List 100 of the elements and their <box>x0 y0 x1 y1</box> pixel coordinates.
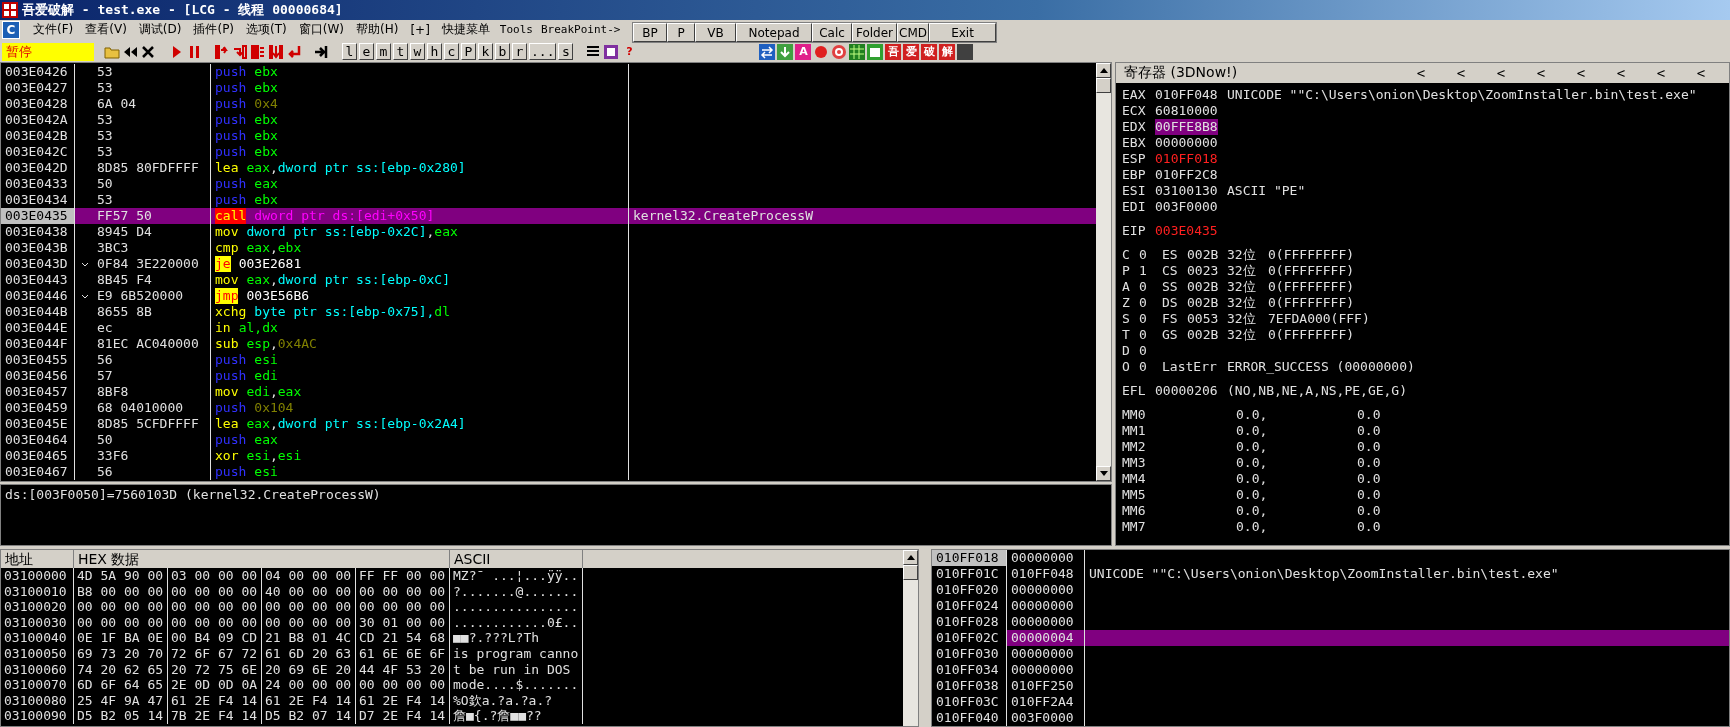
code-row[interactable]: 003E0428 6A 04 push 0x4 <box>1 95 1096 112</box>
stack-row[interactable]: 010FF030 00000000 <box>932 646 1729 662</box>
flag-value[interactable]: 0 <box>1139 294 1147 311</box>
arrow-button[interactable]: < <box>1481 64 1521 81</box>
toolbar-button[interactable]: m <box>376 43 391 61</box>
arrow-button[interactable]: < <box>1561 64 1601 81</box>
arrow-button[interactable]: < <box>1441 64 1481 81</box>
goto-icon[interactable] <box>314 43 330 60</box>
arrow-button[interactable]: < <box>1521 64 1561 81</box>
register-value[interactable]: 003E0435 <box>1155 222 1218 239</box>
register-value[interactable]: 00000000 <box>1155 134 1218 151</box>
stack-row[interactable]: 010FF01C 010FF048 UNICODE ""C:\Users\onion\Desktop\ZoomInstaller.bin\test.exe" <box>932 566 1729 582</box>
step-into-icon[interactable] <box>214 43 230 60</box>
menu-item[interactable]: 插件(P) <box>188 21 240 39</box>
target-icon[interactable] <box>831 43 848 60</box>
register-value[interactable]: 010FF048 <box>1155 86 1218 103</box>
code-row[interactable]: 003E044B 8655 8B xchg byte ptr ss:[ebp-0x75],dl <box>1 303 1096 320</box>
menu-item[interactable]: Tools <box>496 23 536 37</box>
step-over-icon[interactable] <box>232 43 248 60</box>
stack-row[interactable]: 010FF02C 00000004 <box>932 630 1729 646</box>
code-row[interactable]: 003E0427 53 push ebx <box>1 79 1096 96</box>
menu-item[interactable]: BreakPoint-> <box>537 23 624 37</box>
register-value[interactable]: 010FF018 <box>1155 150 1218 167</box>
toolbar-button[interactable]: ... <box>529 43 557 61</box>
code-row[interactable]: 003E0459 68 04010000 push 0x104 <box>1 399 1096 416</box>
toolbar-button[interactable]: P <box>461 43 476 61</box>
toolbar-button[interactable]: 吾 <box>885 43 902 60</box>
quick-button[interactable]: Calc <box>812 23 852 42</box>
code-row[interactable]: 003E0433 50 push eax <box>1 175 1096 192</box>
menu-item[interactable]: 查看(V) <box>80 21 132 39</box>
flag-value[interactable]: 0 <box>1139 246 1147 263</box>
stack-row[interactable]: 010FF040 003F0000 <box>932 710 1729 726</box>
down-arrow-icon[interactable] <box>1099 470 1108 476</box>
toolbar-button[interactable]: h <box>427 43 442 61</box>
register-value[interactable]: 010FF2C8 <box>1155 166 1218 183</box>
code-row[interactable]: 003E042A 53 push ebx <box>1 111 1096 128</box>
toolbar-button[interactable]: r <box>512 43 527 61</box>
system-menu-button[interactable]: C <box>2 20 20 39</box>
stack-row[interactable]: 010FF034 00000000 <box>932 662 1729 678</box>
code-row[interactable]: 003E0465 33F6 xor esi,esi <box>1 447 1096 464</box>
code-row[interactable]: 003E0455 56 push esi <box>1 351 1096 368</box>
arrow-button[interactable]: < <box>1681 64 1721 81</box>
toolbar-button[interactable]: 解 <box>939 43 956 60</box>
code-row[interactable]: 003E0435 FF57 50 call dword ptr ds:[edi+0x50] kernel32.CreateProcessW <box>1 207 1096 224</box>
code-row[interactable]: 003E045E 8D85 5CFDFFFF lea eax,dword ptr ss:[ebp-0x2A4] <box>1 415 1096 432</box>
up-arrow-icon[interactable] <box>1099 67 1108 73</box>
code-row[interactable]: 003E042B 53 push ebx <box>1 127 1096 144</box>
flag-value[interactable]: 0 <box>1139 310 1147 327</box>
register-value[interactable]: 00FFE8B8 <box>1155 118 1218 135</box>
trace-into-icon[interactable] <box>250 43 266 60</box>
stack-row[interactable]: 010FF020 00000000 <box>932 582 1729 598</box>
quick-button[interactable]: CMD <box>897 23 929 42</box>
toolbar-button[interactable]: 破 <box>921 43 938 60</box>
flag-value[interactable]: 1 <box>1139 262 1147 279</box>
toolbar-button[interactable]: s <box>558 43 574 61</box>
code-row[interactable]: 003E0464 50 push eax <box>1 431 1096 448</box>
code-row[interactable]: 003E0456 57 push edi <box>1 367 1096 384</box>
register-value[interactable]: 00000206 <box>1155 382 1218 399</box>
up-arrow-icon[interactable] <box>906 555 915 560</box>
toolbar-button[interactable]: 爱 <box>903 43 920 60</box>
code-row[interactable]: 003E042D 8D85 80FDFFFF lea eax,dword ptr ss:[ebp-0x280] <box>1 159 1096 176</box>
toolbar-button[interactable]: t <box>393 43 408 61</box>
flag-value[interactable]: 0 <box>1139 278 1147 295</box>
code-row[interactable]: 003E0438 8945 D4 mov dword ptr ss:[ebp-0x2C],eax <box>1 223 1096 240</box>
menu-item[interactable]: [+] <box>405 22 435 37</box>
flag-value[interactable]: 0 <box>1139 358 1147 375</box>
quick-button[interactable]: BP <box>633 23 667 42</box>
code-row[interactable]: 003E0434 53 push ebx <box>1 191 1096 208</box>
menu-item[interactable]: 调试(D) <box>133 21 187 39</box>
toolbar-button[interactable]: A <box>795 43 812 60</box>
toolbar-button[interactable]: l <box>342 43 357 61</box>
close-icon[interactable] <box>140 43 156 60</box>
menu-item[interactable]: 选项(T) <box>241 21 292 39</box>
toolbar-button[interactable]: b <box>495 43 510 61</box>
register-value[interactable]: 60810000 <box>1155 102 1218 119</box>
menu-item[interactable]: 帮助(H) <box>351 21 404 39</box>
column-header[interactable]: 地址 <box>1 550 74 568</box>
trace-over-icon[interactable] <box>268 43 284 60</box>
stack-row[interactable]: 010FF024 00000000 <box>932 598 1729 614</box>
scrollbar[interactable] <box>1096 62 1111 481</box>
stack-row[interactable]: 010FF038 010FF250 <box>932 678 1729 694</box>
quick-button[interactable]: Folder <box>852 23 897 42</box>
code-row[interactable]: 003E0457 8BF8 mov edi,eax <box>1 383 1096 400</box>
code-row[interactable]: 003E0443 8B45 F4 mov eax,dword ptr ss:[ebp-0xC] <box>1 271 1096 288</box>
window-icon[interactable] <box>867 43 884 60</box>
register-value[interactable]: 003F0000 <box>1155 198 1218 215</box>
arrow-button[interactable]: < <box>1641 64 1681 81</box>
stack-row[interactable]: 010FF018 00000000 <box>932 550 1729 566</box>
flag-value[interactable]: 0 <box>1139 326 1147 343</box>
code-row[interactable]: 003E043B 3BC3 cmp eax,ebx <box>1 239 1096 256</box>
toolbar-button[interactable]: e <box>359 43 374 61</box>
toolbar-button[interactable]: c <box>444 43 459 61</box>
table-icon[interactable] <box>849 43 866 60</box>
arrow-button[interactable]: < <box>1601 64 1641 81</box>
code-row[interactable]: 003E044F 81EC AC040000 sub esp,0x4AC <box>1 335 1096 352</box>
quick-button[interactable]: Notepad <box>736 23 812 42</box>
return-icon[interactable] <box>286 43 302 60</box>
code-row[interactable]: 003E0446 E9 6B520000 jmp 003E56B6 <box>1 287 1096 304</box>
stack-row[interactable]: 010FF03C 010FF2A4 <box>932 694 1729 710</box>
arrow-button[interactable]: < <box>1401 64 1441 81</box>
